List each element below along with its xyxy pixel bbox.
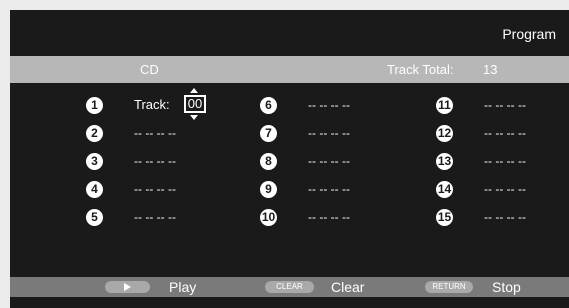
slot-value-11: -- -- -- -- — [484, 98, 526, 112]
slot-number-4: 4 — [86, 181, 103, 198]
slot-value-3: -- -- -- -- — [134, 154, 176, 168]
slot-number-6: 6 — [260, 97, 277, 114]
slot-value-13: -- -- -- -- — [484, 154, 526, 168]
arrow-up-icon[interactable] — [190, 88, 198, 93]
program-screen: Program CD Track Total: 13 1 Track: 00 2… — [10, 10, 569, 308]
slot-number-12: 12 — [436, 125, 453, 142]
slot-value-7: -- -- -- -- — [308, 126, 350, 140]
slot-number-10: 10 — [260, 209, 277, 226]
play-icon — [124, 283, 131, 291]
slot-number-14: 14 — [436, 181, 453, 198]
track-total-label: Track Total: — [387, 62, 454, 77]
play-button[interactable] — [105, 281, 150, 293]
slot-number-5: 5 — [86, 209, 103, 226]
slot-value-9: -- -- -- -- — [308, 182, 350, 196]
slot-value-6: -- -- -- -- — [308, 98, 350, 112]
slot-number-3: 3 — [86, 153, 103, 170]
slot-number-7: 7 — [260, 125, 277, 142]
slot-value-14: -- -- -- -- — [484, 182, 526, 196]
slot-value-8: -- -- -- -- — [308, 154, 350, 168]
clear-button[interactable]: CLEAR — [265, 281, 314, 293]
slot-value-12: -- -- -- -- — [484, 126, 526, 140]
footer-bar: Play CLEAR Clear RETURN Stop — [10, 277, 569, 297]
page-title: Program — [502, 26, 556, 42]
play-label: Play — [169, 279, 197, 295]
slot-value-5: -- -- -- -- — [134, 210, 176, 224]
track-input[interactable]: 00 — [184, 95, 206, 113]
slot-value-2: -- -- -- -- — [134, 126, 176, 140]
slot-number-1: 1 — [86, 97, 103, 114]
stop-label: Stop — [492, 279, 521, 295]
slot-number-9: 9 — [260, 181, 277, 198]
slot-number-13: 13 — [436, 153, 453, 170]
slot-value-15: -- -- -- -- — [484, 210, 526, 224]
track-total-value: 13 — [483, 62, 498, 77]
info-bar: CD Track Total: 13 — [10, 56, 569, 83]
clear-label: Clear — [331, 279, 365, 295]
track-label: Track: — [134, 97, 170, 112]
slot-number-11: 11 — [436, 97, 453, 114]
slot-value-4: -- -- -- -- — [134, 182, 176, 196]
slot-number-15: 15 — [436, 209, 453, 226]
source-label: CD — [140, 62, 159, 77]
arrow-down-icon[interactable] — [190, 115, 198, 120]
slot-value-10: -- -- -- -- — [308, 210, 350, 224]
slot-number-2: 2 — [86, 125, 103, 142]
slot-number-8: 8 — [260, 153, 277, 170]
return-button[interactable]: RETURN — [425, 281, 473, 293]
